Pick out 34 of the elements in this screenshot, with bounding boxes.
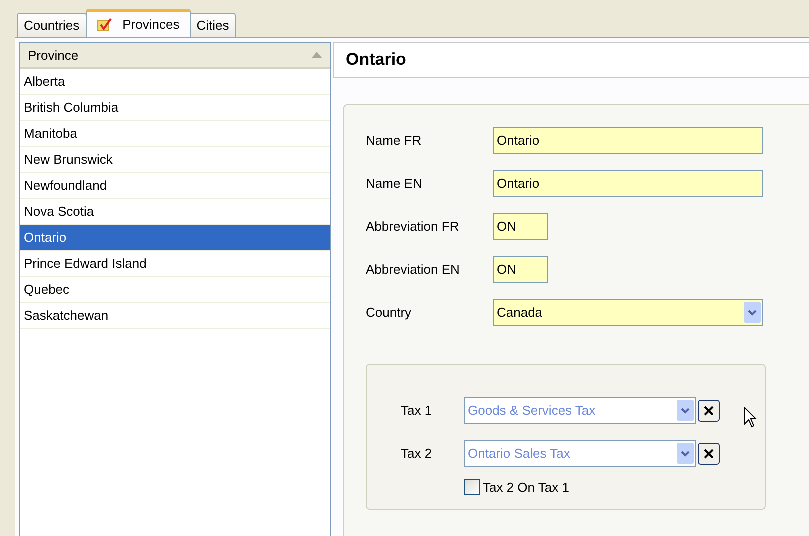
country-dropdown[interactable]: Canada	[493, 299, 763, 326]
tab[interactable]: Countries	[17, 13, 87, 37]
list-item[interactable]: Saskatchewan	[20, 303, 330, 329]
checkbox[interactable]	[464, 479, 480, 495]
checkbox-label: Tax 2 On Tax 1	[483, 480, 570, 494]
field-label: Country	[366, 305, 413, 320]
close-icon	[704, 406, 714, 416]
field-label: Name EN	[366, 176, 424, 191]
field-label: Abbreviation FR	[366, 219, 460, 234]
text-field[interactable]: ON	[493, 256, 548, 283]
field-label: Abbreviation EN	[366, 262, 461, 277]
list-item[interactable]: Manitoba	[20, 121, 330, 147]
field-label: Tax 1	[401, 403, 434, 418]
list-item[interactable]: Alberta	[20, 69, 330, 95]
list-item[interactable]: British Columbia	[20, 95, 330, 121]
detail-title: Ontario	[333, 42, 809, 78]
tab[interactable]: Provinces	[86, 9, 191, 37]
field-label: Tax 2	[401, 446, 434, 461]
close-icon	[704, 448, 714, 458]
clear-button[interactable]	[698, 442, 720, 464]
list-item[interactable]: New Brunswick	[20, 147, 330, 173]
clear-button[interactable]	[698, 400, 720, 422]
list-item[interactable]: Prince Edward Island	[20, 251, 330, 277]
field-label: Name FR	[366, 133, 423, 148]
tab[interactable]: Cities	[190, 13, 236, 37]
text-field[interactable]: Ontario	[493, 170, 763, 197]
list-item[interactable]: Quebec	[20, 277, 330, 303]
sort-up-icon	[312, 52, 322, 58]
text-field[interactable]: ON	[493, 213, 548, 240]
list-item[interactable]: Ontario	[20, 225, 330, 251]
text-field[interactable]: Ontario	[493, 127, 763, 154]
list-item[interactable]: Newfoundland	[20, 173, 330, 199]
mouse-cursor-icon	[744, 407, 758, 429]
column-header[interactable]: Province	[20, 43, 330, 69]
